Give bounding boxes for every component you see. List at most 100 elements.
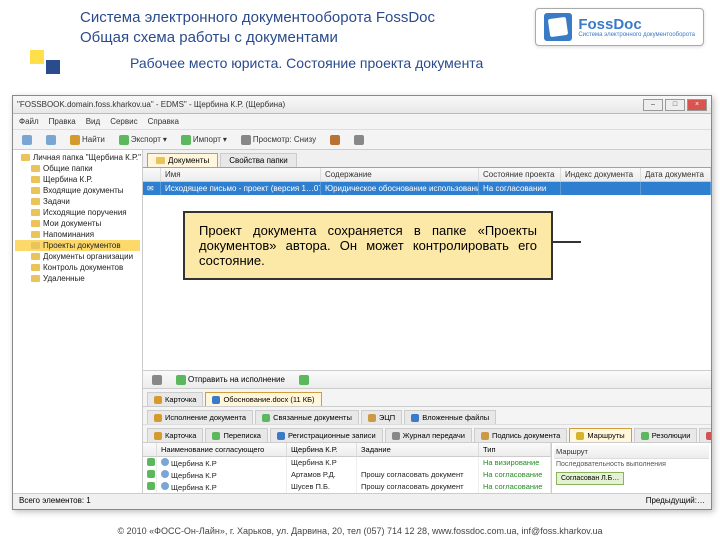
col-date[interactable]: Дата документа [641,168,711,181]
forward-button[interactable] [296,374,312,386]
tab-icon [706,432,711,440]
card-subtab[interactable]: Исполнение документа [147,410,253,424]
logo-sub: Система электронного документооборота [578,32,695,38]
tree-item[interactable]: Контроль документов [15,262,140,273]
tree-item[interactable]: Щербина К.Р. [15,174,140,185]
tab-documents[interactable]: Документы [147,153,218,167]
tab-icon [212,432,220,440]
status-icon [147,470,155,478]
menu-service[interactable]: Сервис [110,117,137,126]
route-row[interactable]: Щербина К.РШусев П.Б.Прошу согласовать д… [143,481,551,493]
print-button[interactable] [149,374,165,386]
tool-button-b[interactable] [351,134,367,146]
user-icon [161,470,169,478]
menu-view[interactable]: Вид [86,117,100,126]
maximize-button[interactable]: □ [665,99,685,111]
accent-decoration [30,50,60,74]
cell-index [561,182,641,195]
slide-header: Система электронного документооборота Fo… [0,0,720,51]
menu-edit[interactable]: Правка [49,117,76,126]
folder-tree: Личная папка "Щербина К.Р."Общие папкиЩе… [13,150,143,493]
detail-tab[interactable]: Подпись документа [474,428,567,442]
nav-back-button[interactable] [19,134,35,146]
statusbar: Всего элементов: 1 Предыдущий:… [13,493,711,509]
col-index[interactable]: Индекс документа [561,168,641,181]
close-button[interactable]: × [687,99,707,111]
route-row[interactable]: Щербина К.РАртамов Р.Д.Прошу согласовать… [143,469,551,481]
detail-tab[interactable]: Маршруты [569,428,631,442]
user-icon [161,458,169,466]
sequence-step[interactable]: Согласован Л.Б… [556,472,624,485]
tree-item[interactable]: Задачи [15,196,140,207]
folder-icon [31,209,40,216]
col-state[interactable]: Состояние проекта [479,168,561,181]
detail-tab[interactable]: Напоминания [699,428,711,442]
card-subtab[interactable]: Связанные документы [255,410,359,424]
col-name[interactable]: Имя [161,168,321,181]
detail-tab[interactable]: Резолюции [634,428,698,442]
preview-icon [241,135,251,145]
route-row[interactable]: Щербина К.РЩербина К.РНа визирование [143,457,551,469]
col-content[interactable]: Содержание [321,168,479,181]
tree-item[interactable]: Напоминания [15,229,140,240]
rcol-person[interactable]: Щербина К.Р. [287,443,357,457]
tree-item[interactable]: Документы организации [15,251,140,262]
minimize-button[interactable]: – [643,99,663,111]
cell-name: Исходящее письмо - проект (версия 1…07… [161,182,321,195]
annotation-callout: Проект документа сохраняется в папке «Пр… [183,211,553,280]
detail-tab[interactable]: Журнал передачи [385,428,472,442]
tree-item[interactable]: Входящие документы [15,185,140,196]
card-toolbar-row: Карточка Обоснование.docx (11 КБ) [143,388,711,406]
nav-forward-button[interactable] [43,134,59,146]
tree-item[interactable]: Проекты документов [15,240,140,251]
preview-mode-button[interactable]: Просмотр: Снизу [238,134,319,146]
tree-item[interactable]: Личная папка "Щербина К.Р." [15,152,140,163]
tab-icon [262,414,270,422]
folder-icon [31,231,40,238]
tool-button-a[interactable] [327,134,343,146]
rcol-name[interactable]: Наименование согласующего [157,443,287,457]
card-tab-attachment[interactable]: Обоснование.docx (11 КБ) [205,392,321,406]
card-tab-card[interactable]: Карточка [147,392,203,406]
status-icon [147,458,155,466]
route-side-panel: Маршрут Последовательность выполнения Со… [551,443,711,493]
print-icon [152,375,162,385]
folder-icon [31,198,40,205]
tree-item[interactable]: Удаленные [15,273,140,284]
card-subtab[interactable]: Вложенные файлы [404,410,496,424]
slide-footer: © 2010 «ФОСС-Он-Лайн», г. Харьков, ул. Д… [0,526,720,536]
card-tabs-row1: Исполнение документаСвязанные документыЭ… [143,406,711,424]
card-tabs-row2: КарточкаПерепискаРегистрационные записиЖ… [143,424,711,442]
folder-icon [31,275,40,282]
rcol-type[interactable]: Тип [479,443,551,457]
export-icon [119,135,129,145]
tab-icon [392,432,400,440]
tab-icon [411,414,419,422]
card-subtab[interactable]: ЭЦП [361,410,402,424]
forward-icon [299,375,309,385]
folder-icon [31,165,40,172]
sequence-label: Последовательность выполнения [554,459,709,470]
document-row[interactable]: ✉ Исходящее письмо - проект (версия 1…07… [143,182,711,195]
status-count: Всего элементов: 1 [19,496,91,507]
import-icon [181,135,191,145]
export-button[interactable]: Экспорт ▾ [116,134,170,146]
menu-help[interactable]: Справка [148,117,179,126]
documents-grid-header: Имя Содержание Состояние проекта Индекс … [143,168,711,182]
rcol-task[interactable]: Задание [357,443,479,457]
send-exec-button[interactable]: Отправить на исполнение [173,374,288,386]
detail-tab[interactable]: Регистрационные записи [270,428,383,442]
send-icon [176,375,186,385]
tab-icon [154,414,162,422]
tab-icon [481,432,489,440]
tab-folder-props[interactable]: Свойства папки [220,153,296,167]
detail-tab[interactable]: Переписка [205,428,268,442]
tree-item[interactable]: Общие папки [15,163,140,174]
menu-file[interactable]: Файл [19,117,39,126]
tree-item[interactable]: Мои документы [15,218,140,229]
import-button[interactable]: Импорт ▾ [178,134,230,146]
find-button[interactable]: Найти [67,134,108,146]
detail-tab[interactable]: Карточка [147,428,203,442]
tree-item[interactable]: Исходящие поручения [15,207,140,218]
main-toolbar: Найти Экспорт ▾ Импорт ▾ Просмотр: Снизу [13,130,711,150]
